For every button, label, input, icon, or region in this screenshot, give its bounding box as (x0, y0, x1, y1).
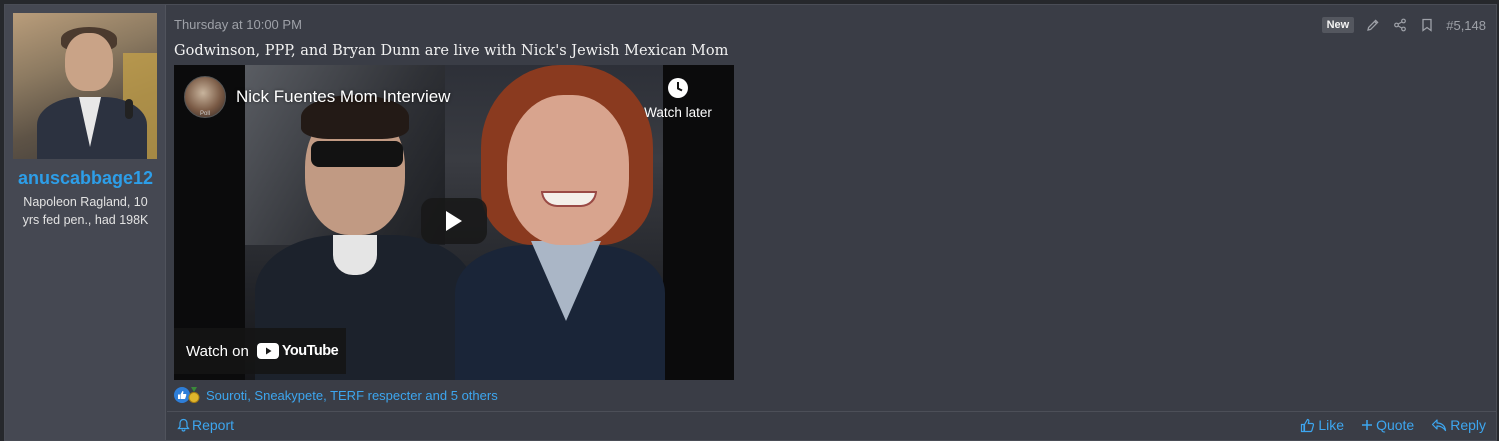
post-footer: Report Like Quote Reply (167, 417, 1496, 437)
new-badge: New (1321, 17, 1355, 33)
username[interactable]: anuscabbage12 (5, 168, 166, 189)
like-button[interactable]: Like (1300, 417, 1344, 433)
user-title-line1: Napoleon Ragland, 10 (23, 195, 148, 209)
play-icon (446, 211, 462, 231)
user-cell: anuscabbage12 Napoleon Ragland, 10 yrs f… (5, 5, 166, 440)
post-header-actions: New #5,148 (1321, 15, 1486, 35)
youtube-embed[interactable]: Poll Nick Fuentes Mom Interview Watch la… (174, 65, 734, 380)
reply-button[interactable]: Reply (1431, 417, 1486, 433)
like-label: Like (1318, 417, 1345, 433)
reply-label: Reply (1450, 417, 1486, 433)
video-title[interactable]: Nick Fuentes Mom Interview (236, 87, 450, 107)
channel-name: Poll (200, 111, 211, 117)
reply-icon (1432, 419, 1447, 432)
reactions-text[interactable]: Souroti, Sneakypete, TERF respecter and … (206, 388, 498, 403)
thumbs-up-icon (1301, 418, 1315, 432)
watch-later-label: Watch later (644, 105, 712, 120)
edit-icon[interactable] (1365, 17, 1381, 33)
bell-icon (177, 418, 190, 432)
report-label: Report (192, 417, 235, 433)
post-main: Thursday at 10:00 PM New #5,148 Godwinso… (167, 5, 1496, 440)
post-number[interactable]: #5,148 (1446, 18, 1486, 33)
youtube-play-icon (256, 343, 279, 359)
report-button[interactable]: Report (177, 417, 234, 433)
forum-post: anuscabbage12 Napoleon Ragland, 10 yrs f… (4, 4, 1497, 441)
youtube-logo-text: YouTube (281, 343, 339, 359)
watch-on-youtube-button[interactable]: Watch on YouTube (174, 328, 346, 374)
plus-icon (1362, 420, 1373, 430)
user-title-line2: yrs fed pen., had 198K (22, 213, 149, 227)
share-icon[interactable] (1392, 17, 1408, 33)
user-title: Napoleon Ragland, 10 yrs fed pen., had 1… (13, 193, 158, 229)
reactions-bar[interactable]: Souroti, Sneakypete, TERF respecter and … (174, 386, 498, 404)
avatar[interactable] (13, 13, 157, 159)
play-button[interactable] (421, 198, 487, 244)
footer-divider (167, 411, 1496, 412)
quote-label: Quote (1376, 417, 1415, 433)
post-date[interactable]: Thursday at 10:00 PM (174, 17, 302, 32)
watch-on-label: Watch on (186, 342, 249, 360)
medal-icon (187, 387, 201, 403)
clock-icon (667, 77, 689, 99)
youtube-logo: YouTube (256, 343, 339, 359)
post-title: Godwinson, PPP, and Bryan Dunn are live … (174, 43, 729, 59)
watch-later-button[interactable]: Watch later (638, 77, 718, 120)
bookmark-icon[interactable] (1419, 17, 1435, 33)
quote-button[interactable]: Quote (1361, 417, 1414, 433)
